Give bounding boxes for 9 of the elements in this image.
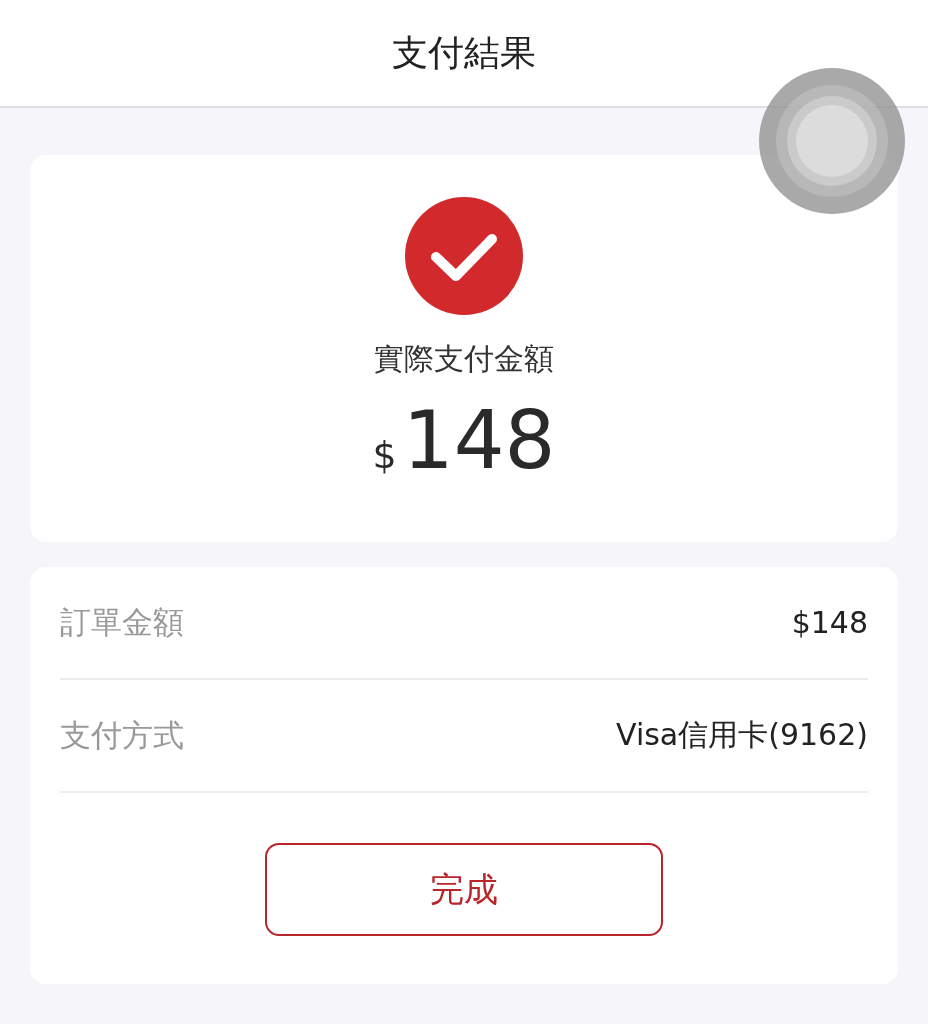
detail-value: $148	[791, 605, 868, 640]
amount-label: 實際支付金額	[374, 340, 554, 378]
detail-value: Visa信用卡(9162)	[616, 716, 868, 754]
page-title: 支付結果	[392, 30, 536, 75]
detail-label: 支付方式	[60, 715, 184, 755]
done-button[interactable]: 完成	[265, 843, 663, 936]
currency-symbol: $	[372, 433, 397, 477]
amount-value: 148	[402, 394, 556, 487]
detail-label: 訂單金額	[60, 602, 184, 642]
